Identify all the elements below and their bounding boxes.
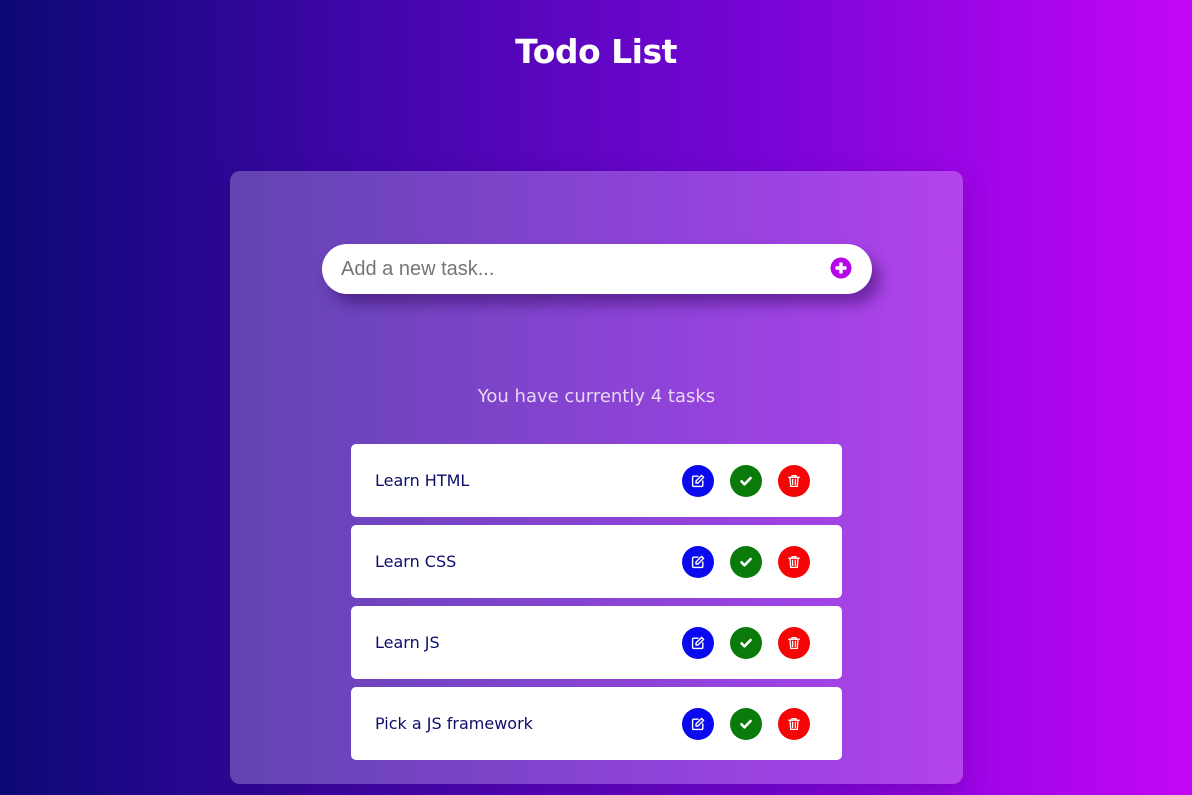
complete-task-button[interactable] xyxy=(730,464,762,497)
add-task-button[interactable] xyxy=(816,244,866,294)
edit-task-button[interactable] xyxy=(682,626,714,659)
plus-circle-icon xyxy=(830,257,852,282)
check-icon xyxy=(739,717,753,731)
edit-icon xyxy=(691,636,705,650)
check-icon xyxy=(739,474,753,488)
edit-icon xyxy=(691,555,705,569)
task-item: Learn HTML xyxy=(351,444,842,517)
task-actions xyxy=(682,707,810,740)
trash-icon xyxy=(787,555,801,569)
task-label: Pick a JS framework xyxy=(375,714,533,733)
task-count-text: You have currently 4 tasks xyxy=(477,386,716,407)
task-item: Learn CSS xyxy=(351,525,842,598)
task-actions xyxy=(682,545,810,578)
check-icon xyxy=(739,636,753,650)
task-label: Learn HTML xyxy=(375,471,470,490)
delete-task-button[interactable] xyxy=(778,464,810,497)
task-actions xyxy=(682,626,810,659)
trash-icon xyxy=(787,636,801,650)
edit-icon xyxy=(691,717,705,731)
edit-task-button[interactable] xyxy=(682,707,714,740)
check-icon xyxy=(739,555,753,569)
todo-card: You have currently 4 tasks Learn HTMLLea… xyxy=(230,171,963,784)
task-item: Pick a JS framework xyxy=(351,687,842,760)
new-task-input[interactable] xyxy=(322,244,816,294)
edit-icon xyxy=(691,474,705,488)
complete-task-button[interactable] xyxy=(730,626,762,659)
task-label: Learn CSS xyxy=(375,552,457,571)
task-list: Learn HTML Learn CSS Learn JS Pick a JS fra… xyxy=(351,444,842,768)
task-item: Learn JS xyxy=(351,606,842,679)
task-label: Learn JS xyxy=(375,633,440,652)
complete-task-button[interactable] xyxy=(730,545,762,578)
delete-task-button[interactable] xyxy=(778,707,810,740)
edit-task-button[interactable] xyxy=(682,464,714,497)
delete-task-button[interactable] xyxy=(778,626,810,659)
trash-icon xyxy=(787,717,801,731)
task-actions xyxy=(682,464,810,497)
delete-task-button[interactable] xyxy=(778,545,810,578)
trash-icon xyxy=(787,474,801,488)
complete-task-button[interactable] xyxy=(730,707,762,740)
edit-task-button[interactable] xyxy=(682,545,714,578)
new-task-form xyxy=(322,244,872,294)
page-title: Todo List xyxy=(515,32,677,72)
